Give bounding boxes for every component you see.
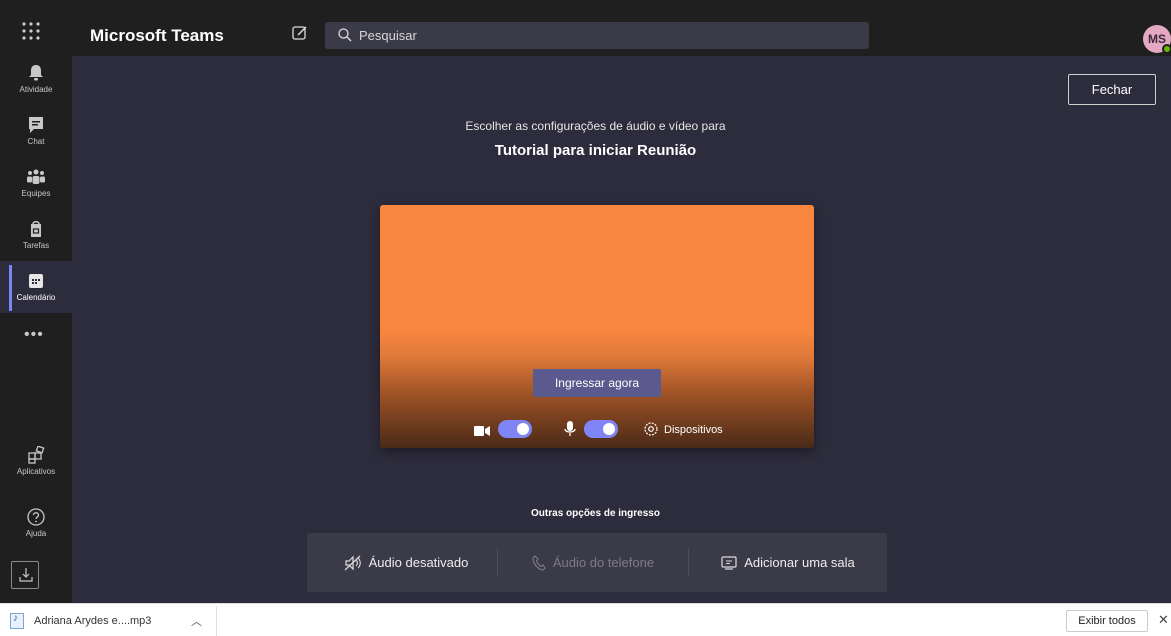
help-icon — [27, 508, 45, 526]
rail-label-tasks: Tarefas — [22, 241, 50, 250]
apps-icon — [28, 446, 45, 464]
join-now-button[interactable]: Ingressar agora — [533, 369, 661, 397]
room-icon — [721, 555, 737, 570]
rail-item-teams[interactable]: Equipes — [0, 168, 72, 220]
prejoin-screen: Fechar Escolher as configurações de áudi… — [72, 56, 1171, 603]
other-join-options-title: Outras opções de ingresso — [531, 508, 660, 519]
phone-audio-label: Áudio do telefone — [552, 555, 655, 570]
avatar[interactable]: MS — [1143, 25, 1171, 54]
app-title: Microsoft Teams — [90, 26, 224, 45]
rail-label-chat: Chat — [27, 137, 45, 146]
app-launcher-icon[interactable] — [20, 20, 42, 42]
rail-item-calendar[interactable]: Calendário — [0, 261, 72, 313]
camera-icon — [474, 426, 490, 436]
meeting-title: Tutorial para iniciar Reunião — [494, 142, 697, 159]
audio-off-option[interactable]: Áudio desativado — [315, 533, 497, 592]
rail-item-apps[interactable]: Aplicativos — [0, 446, 72, 498]
calendar-icon — [29, 274, 43, 288]
download-app-button[interactable] — [11, 561, 39, 589]
rail-label-help: Ajuda — [25, 529, 47, 538]
chevron-up-icon[interactable]: ︿ — [191, 613, 202, 629]
camera-toggle-knob — [517, 423, 529, 435]
microphone-icon — [564, 421, 576, 436]
video-preview: Ingressar agora Dispositivos — [380, 205, 814, 448]
title-bar: Microsoft Teams Pesquisar MS — [0, 0, 1171, 56]
tasks-icon — [31, 220, 41, 237]
download-icon — [19, 568, 33, 582]
rail-item-activity[interactable]: Atividade — [0, 64, 72, 116]
rail-label-apps: Aplicativos — [16, 467, 56, 476]
download-bar: Adriana Arydes e....mp3 ︿ Exibir todos ✕ — [0, 603, 1171, 636]
bell-icon — [29, 65, 43, 81]
download-file-name: Adriana Arydes e....mp3 — [34, 615, 152, 627]
microphone-toggle[interactable] — [584, 420, 618, 438]
add-room-option[interactable]: Adicionar uma sala — [689, 533, 887, 592]
audio-off-label: Áudio desativado — [368, 555, 469, 570]
search-input[interactable]: Pesquisar — [325, 22, 869, 49]
divider — [216, 606, 217, 636]
rail-label-teams: Equipes — [21, 189, 51, 198]
search-placeholder: Pesquisar — [359, 28, 417, 43]
phone-icon — [532, 554, 546, 571]
rail-label-activity: Atividade — [19, 85, 53, 94]
rail-label-calendar: Calendário — [16, 293, 56, 302]
show-all-button[interactable]: Exibir todos — [1066, 610, 1148, 632]
more-apps-button[interactable]: ••• — [24, 326, 44, 344]
divider — [497, 548, 498, 577]
rail-item-chat[interactable]: Chat — [0, 116, 72, 168]
teams-icon — [27, 169, 45, 184]
devices-button[interactable]: Dispositivos — [664, 424, 723, 436]
new-chat-icon[interactable] — [291, 24, 309, 42]
microphone-toggle-knob — [603, 423, 615, 435]
other-join-options: Áudio desativado Áudio do telefone Adici… — [307, 533, 887, 592]
download-item[interactable]: Adriana Arydes e....mp3 — [10, 612, 151, 630]
audio-file-icon — [10, 613, 24, 629]
app-bar: Atividade Chat Equipes Tarefas Calendári… — [0, 56, 72, 603]
close-icon[interactable]: ✕ — [1158, 612, 1169, 628]
prejoin-subtitle: Escolher as configurações de áudio e víd… — [465, 119, 726, 133]
camera-toggle[interactable] — [498, 420, 532, 438]
speaker-muted-icon — [344, 555, 361, 570]
close-button[interactable]: Fechar — [1068, 74, 1156, 105]
gear-icon[interactable] — [643, 421, 659, 437]
search-icon — [338, 28, 352, 42]
add-room-label: Adicionar uma sala — [744, 555, 855, 570]
presence-indicator — [1162, 44, 1171, 54]
phone-audio-option[interactable]: Áudio do telefone — [499, 533, 687, 592]
rail-item-help[interactable]: Ajuda — [0, 508, 72, 560]
chat-icon — [29, 117, 43, 133]
